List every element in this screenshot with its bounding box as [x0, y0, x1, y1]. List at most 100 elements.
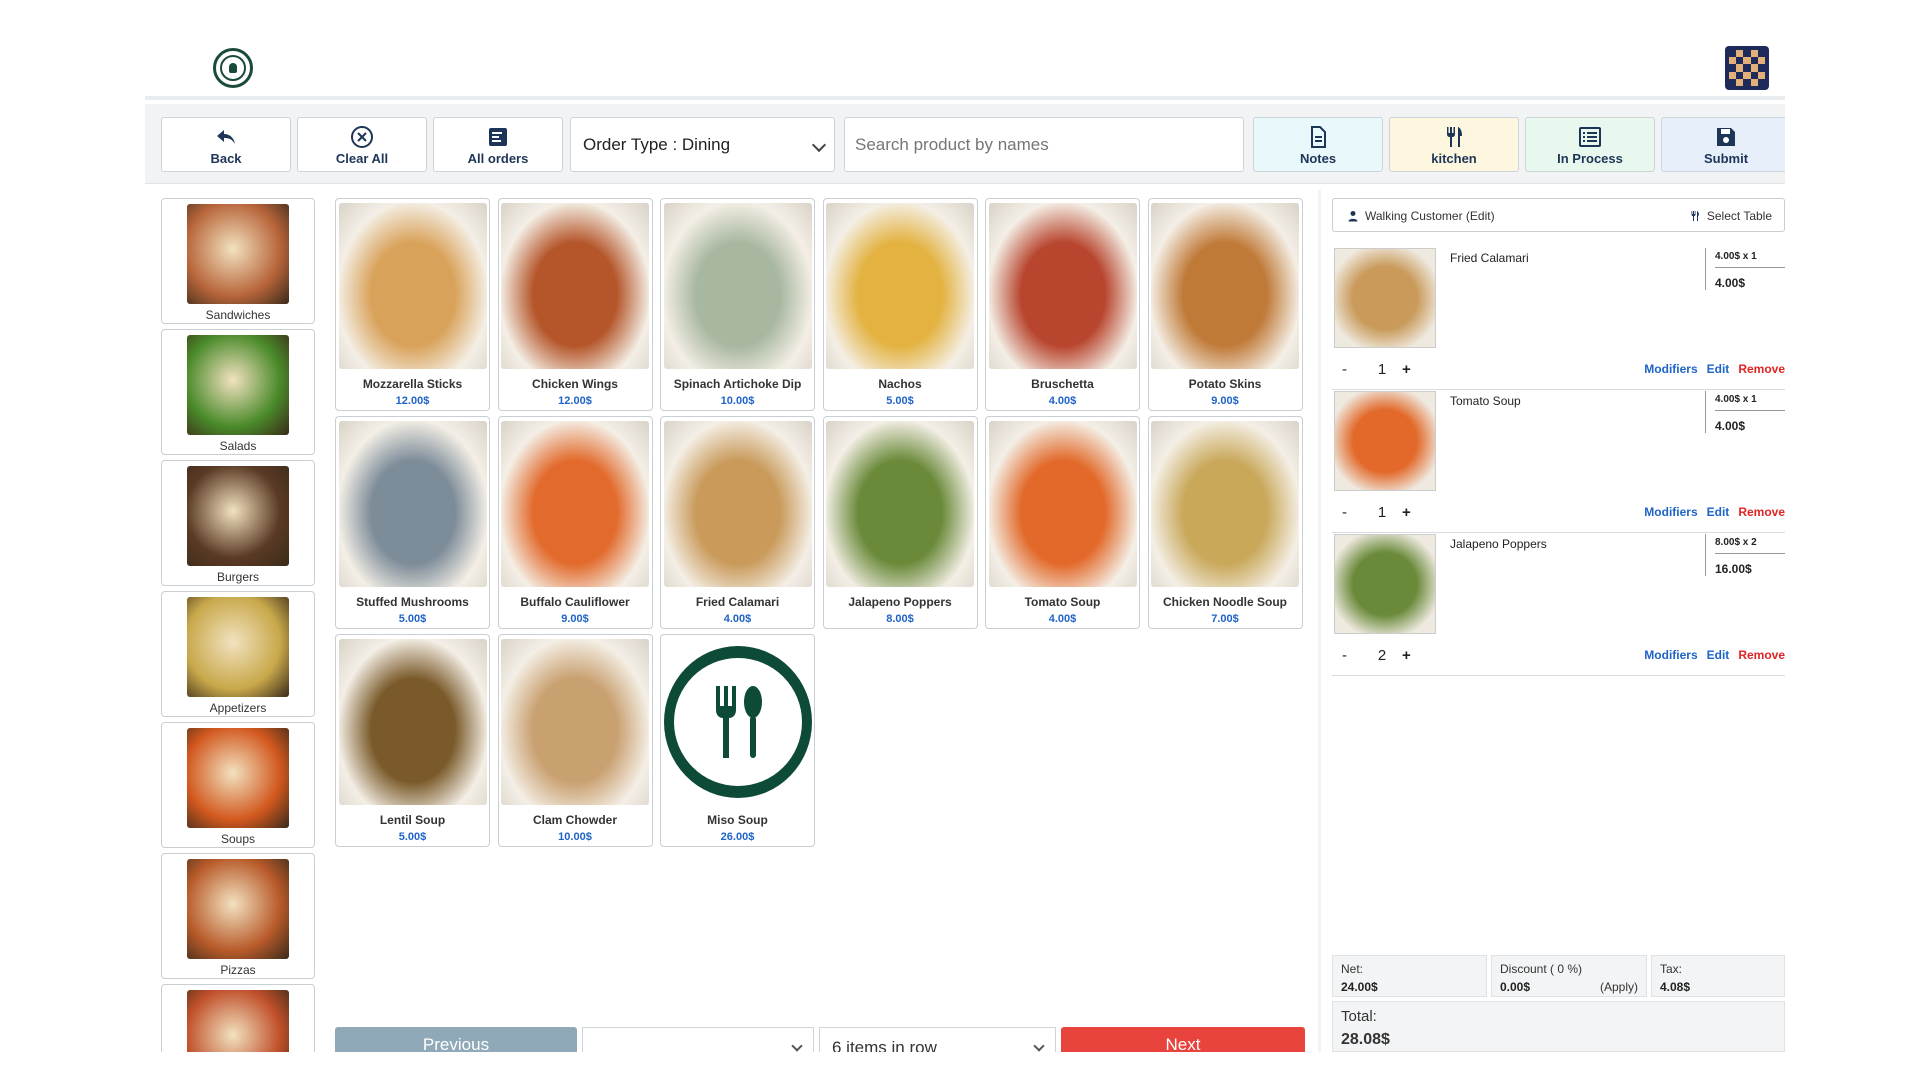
product-name: Miso Soup: [707, 813, 768, 827]
decrement-button[interactable]: -: [1342, 361, 1368, 378]
search-input[interactable]: [844, 117, 1244, 172]
cart-item-total: 16.00$: [1715, 562, 1752, 576]
category-item[interactable]: Soups: [161, 722, 315, 848]
all-orders-button[interactable]: All orders: [433, 117, 563, 172]
product-card[interactable]: Nachos 5.00$: [822, 198, 978, 411]
product-card[interactable]: Miso Soup 26.00$: [660, 634, 815, 847]
modifiers-link[interactable]: Modifiers: [1644, 505, 1697, 519]
clear-all-button[interactable]: Clear All: [297, 117, 427, 172]
product-card[interactable]: Chicken Wings 12.00$: [497, 198, 653, 411]
remove-link[interactable]: Remove: [1738, 648, 1785, 662]
product-name: Stuffed Mushrooms: [356, 595, 469, 609]
cart-item-image: [1334, 391, 1436, 491]
cart-item-image: [1334, 248, 1436, 348]
product-card[interactable]: Fried Calamari 4.00$: [660, 416, 815, 629]
close-circle-icon: [351, 126, 373, 148]
product-card[interactable]: Potato Skins 9.00$: [1147, 198, 1303, 411]
decrement-button[interactable]: -: [1342, 647, 1368, 664]
product-name: Bruschetta: [1031, 377, 1094, 391]
order-type-select[interactable]: Order Type : Dining: [570, 117, 835, 172]
previous-button[interactable]: Previous: [335, 1027, 577, 1052]
increment-button[interactable]: +: [1402, 647, 1411, 664]
category-item[interactable]: Salads: [161, 329, 315, 455]
in-process-button[interactable]: In Process: [1525, 117, 1655, 172]
select-table-button[interactable]: Select Table: [1689, 209, 1772, 223]
product-price: 9.00$: [561, 613, 589, 625]
product-card[interactable]: Mozzarella Sticks 12.00$: [335, 198, 490, 411]
product-price: 4.00$: [723, 613, 752, 625]
toolbar: Back Clear All All orders Order Type : D…: [145, 104, 1785, 184]
chevron-down-icon: [791, 1040, 803, 1052]
product-price: 26.00$: [720, 831, 755, 843]
decrement-button[interactable]: -: [1342, 504, 1368, 521]
remove-link[interactable]: Remove: [1738, 362, 1785, 376]
product-image: [663, 639, 812, 805]
edit-link[interactable]: Edit: [1707, 362, 1730, 376]
category-image: [187, 990, 289, 1052]
product-image: [338, 639, 487, 805]
category-item[interactable]: Sandwiches: [161, 198, 315, 324]
category-image: [187, 335, 289, 435]
next-button[interactable]: Next: [1061, 1027, 1305, 1052]
quantity-value: 2: [1377, 647, 1387, 664]
customer-edit[interactable]: Walking Customer (Edit): [1347, 209, 1495, 223]
product-card[interactable]: Tomato Soup 4.00$: [985, 416, 1140, 629]
cart-item-unit: 4.00$ x 1: [1715, 248, 1785, 268]
product-card[interactable]: Spinach Artichoke Dip 10.00$: [660, 198, 815, 411]
increment-button[interactable]: +: [1402, 504, 1411, 521]
product-name: Fried Calamari: [695, 595, 780, 609]
all-orders-label: All orders: [467, 151, 529, 166]
quantity-value: 1: [1377, 504, 1387, 521]
items-per-row-select[interactable]: 6 items in row: [819, 1027, 1056, 1052]
product-card[interactable]: Buffalo Cauliflower 9.00$: [497, 416, 653, 629]
quantity-stepper: -1 +: [1342, 361, 1411, 378]
order-type-value: Order Type : Dining: [583, 134, 731, 154]
fork-knife-icon: [1447, 127, 1462, 147]
product-card[interactable]: Chicken Noodle Soup 7.00$: [1147, 416, 1303, 629]
modifiers-link[interactable]: Modifiers: [1644, 648, 1697, 662]
user-avatar[interactable]: [1725, 46, 1769, 90]
cart-item-name: Tomato Soup: [1450, 394, 1521, 408]
in-process-label: In Process: [1557, 151, 1623, 166]
category-item[interactable]: Burgers: [161, 460, 315, 586]
cart-item-actions: Modifiers Edit Remove: [1644, 648, 1785, 662]
product-card[interactable]: Bruschetta 4.00$: [985, 198, 1140, 411]
page-select[interactable]: [582, 1027, 814, 1052]
product-card[interactable]: Clam Chowder 10.00$: [497, 634, 653, 847]
product-name: Clam Chowder: [532, 813, 617, 827]
quantity-stepper: -1 +: [1342, 504, 1411, 521]
back-button[interactable]: Back: [161, 117, 291, 172]
product-name: Nachos: [878, 377, 922, 391]
modifiers-link[interactable]: Modifiers: [1644, 362, 1697, 376]
pagination-bar: Previous 6 items in row Next: [335, 1027, 1305, 1052]
plate-icon: [663, 646, 812, 798]
increment-button[interactable]: +: [1402, 361, 1411, 378]
net-label: Net:: [1341, 962, 1364, 976]
product-price: 12.00$: [395, 395, 430, 407]
submit-button[interactable]: Submit: [1661, 117, 1785, 172]
category-label: Sandwiches: [205, 308, 271, 322]
chef-logo-icon[interactable]: [213, 48, 253, 88]
save-icon: [1717, 128, 1735, 146]
product-card[interactable]: Lentil Soup 5.00$: [335, 634, 490, 847]
product-price: 4.00$: [1048, 395, 1077, 407]
notes-button[interactable]: Notes: [1253, 117, 1383, 172]
edit-link[interactable]: Edit: [1707, 505, 1730, 519]
product-card[interactable]: Jalapeno Poppers 8.00$: [822, 416, 978, 629]
product-image: [988, 203, 1137, 369]
total-value: 28.08$: [1341, 1031, 1390, 1048]
category-label: Pizzas: [220, 963, 256, 977]
category-item[interactable]: [161, 984, 315, 1052]
product-image: [501, 421, 649, 587]
select-table-label: Select Table: [1706, 209, 1772, 223]
cart-item-name: Fried Calamari: [1450, 251, 1529, 265]
category-item[interactable]: Appetizers: [161, 591, 315, 717]
tax-value: 4.08$: [1660, 980, 1691, 994]
edit-link[interactable]: Edit: [1707, 648, 1730, 662]
category-item[interactable]: Pizzas: [161, 853, 315, 979]
apply-discount-link[interactable]: (Apply): [1600, 980, 1638, 994]
remove-link[interactable]: Remove: [1738, 505, 1785, 519]
kitchen-button[interactable]: kitchen: [1389, 117, 1519, 172]
product-card[interactable]: Stuffed Mushrooms 5.00$: [335, 416, 490, 629]
product-name: Chicken Noodle Soup: [1162, 595, 1287, 609]
